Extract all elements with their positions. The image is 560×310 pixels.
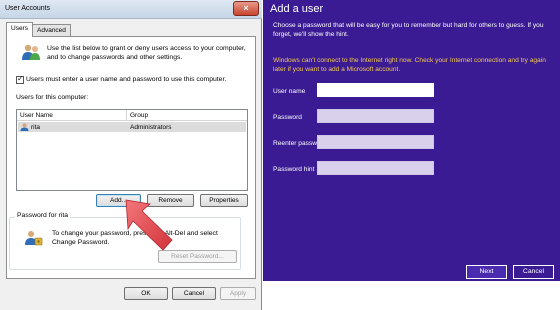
properties-button[interactable]: Properties <box>200 194 248 207</box>
row-group: Administrators <box>130 124 172 131</box>
intro-text: Use the list below to grant or deny user… <box>47 45 246 61</box>
column-user-name[interactable]: User Name <box>20 112 53 119</box>
next-button[interactable]: Next <box>466 265 507 279</box>
row-user-name: rita <box>31 124 41 131</box>
title-bar: User Accounts × <box>0 0 262 19</box>
password-change-text: To change your password, press Ctrl-Alt-… <box>52 230 218 246</box>
column-group[interactable]: Group <box>130 112 148 119</box>
users-icon <box>22 44 40 60</box>
user-name-label: User name <box>273 88 306 95</box>
table-row[interactable]: rita Administrators <box>18 122 246 132</box>
add-user-panel: Add a user Choose a password that will b… <box>263 0 560 281</box>
cancel-button[interactable]: Cancel <box>172 287 216 300</box>
password-keys-icon <box>25 231 43 246</box>
add-user-title: Add a user <box>270 3 324 15</box>
reenter-password-field[interactable] <box>317 135 434 149</box>
remove-button[interactable]: Remove <box>147 194 194 207</box>
ok-button[interactable]: OK <box>124 287 168 300</box>
tab-users[interactable]: Users <box>6 22 33 37</box>
column-divider <box>126 110 127 121</box>
connection-warning: Windows can't connect to the Internet ri… <box>273 57 546 73</box>
window-title: User Accounts <box>5 5 51 12</box>
user-accounts-dialog: User Accounts × Users Advanced Use the l… <box>0 0 262 310</box>
password-hint-field[interactable] <box>317 161 434 175</box>
password-field[interactable] <box>317 109 434 123</box>
add-user-cancel-button[interactable]: Cancel <box>513 265 554 279</box>
close-icon: × <box>243 3 249 13</box>
users-list[interactable]: User Name Group rita Administrators <box>16 109 248 191</box>
users-list-title: Users for this computer: <box>16 94 89 101</box>
password-group-title: Password for rita <box>15 212 70 219</box>
password-label: Password <box>273 114 302 121</box>
add-button[interactable]: Add... <box>96 194 141 207</box>
tab-advanced[interactable]: Advanced <box>32 24 71 36</box>
user-icon <box>20 123 29 131</box>
add-user-description: Choose a password that will be easy for … <box>273 22 544 38</box>
require-password-label: Users must enter a user name and passwor… <box>26 76 227 83</box>
users-list-header: User Name Group <box>17 110 247 121</box>
close-button[interactable]: × <box>233 1 259 16</box>
password-hint-label: Password hint <box>273 166 315 173</box>
user-name-field[interactable] <box>317 83 434 97</box>
apply-button[interactable]: Apply <box>220 287 256 300</box>
reset-password-button[interactable]: Reset Password... <box>158 250 237 263</box>
require-password-checkbox[interactable] <box>16 74 24 84</box>
